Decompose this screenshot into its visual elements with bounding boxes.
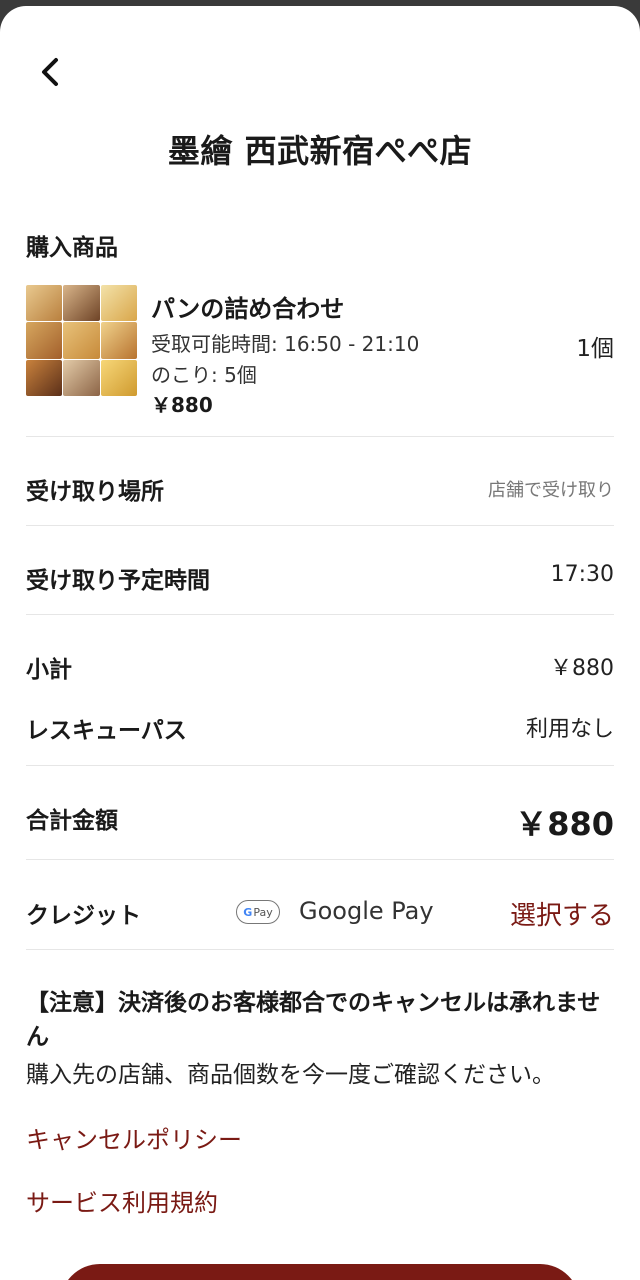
pickup-time-label: 受け取り予定時間 [26, 568, 210, 594]
divider [26, 859, 614, 860]
payment-method: Google Pay [299, 897, 434, 925]
checkout-sheet: 墨繪 西武新宿ぺぺ店 購入商品 パンの詰め合わせ 受取可能時間: 16:50 -… [0, 6, 640, 1280]
divider [26, 614, 614, 615]
store-title: 墨繪 西武新宿ぺぺ店 [167, 132, 473, 170]
total-value: ￥880 [515, 805, 614, 843]
pickup-time-value: 17:30 [550, 562, 614, 587]
payment-label: クレジット [26, 903, 141, 929]
select-payment-button[interactable]: 選択する [510, 895, 614, 932]
notice-body: 購入先の店舗、商品個数を今一度ご確認ください。 [26, 1062, 555, 1088]
pickup-place-label: 受け取り場所 [26, 479, 164, 505]
divider [26, 525, 614, 526]
back-button[interactable] [28, 50, 72, 94]
checkout-button[interactable] [60, 1264, 580, 1280]
product-quantity: 1個 [576, 336, 614, 362]
product-name: パンの詰め合わせ [151, 295, 345, 323]
subtotal-value: ￥880 [550, 656, 614, 681]
terms-link[interactable]: サービス利用規約 [26, 1183, 218, 1218]
divider [26, 765, 614, 766]
notice-title: 【注意】決済後のお客様都合でのキャンセルは承れません [26, 990, 601, 1050]
rescue-pass-value: 利用なし [525, 717, 614, 742]
pickup-window: 受取可能時間: 16:50 - 21:10 [151, 332, 420, 356]
cancel-policy-link[interactable]: キャンセルポリシー [26, 1120, 242, 1155]
divider [26, 436, 614, 437]
rescue-pass-label: レスキューパス [26, 718, 187, 744]
total-label: 合計金額 [26, 808, 118, 834]
remaining-count: のこり: 5個 [151, 363, 257, 387]
product-price: ￥880 [151, 393, 213, 417]
google-pay-icon: G Pay [236, 900, 280, 924]
divider [26, 949, 614, 950]
product-image [26, 285, 137, 396]
chevron-left-icon [42, 58, 58, 86]
subtotal-label: 小計 [26, 657, 72, 683]
purchased-items-label: 購入商品 [26, 235, 118, 261]
pickup-place-value: 店舗で受け取り [488, 480, 614, 501]
